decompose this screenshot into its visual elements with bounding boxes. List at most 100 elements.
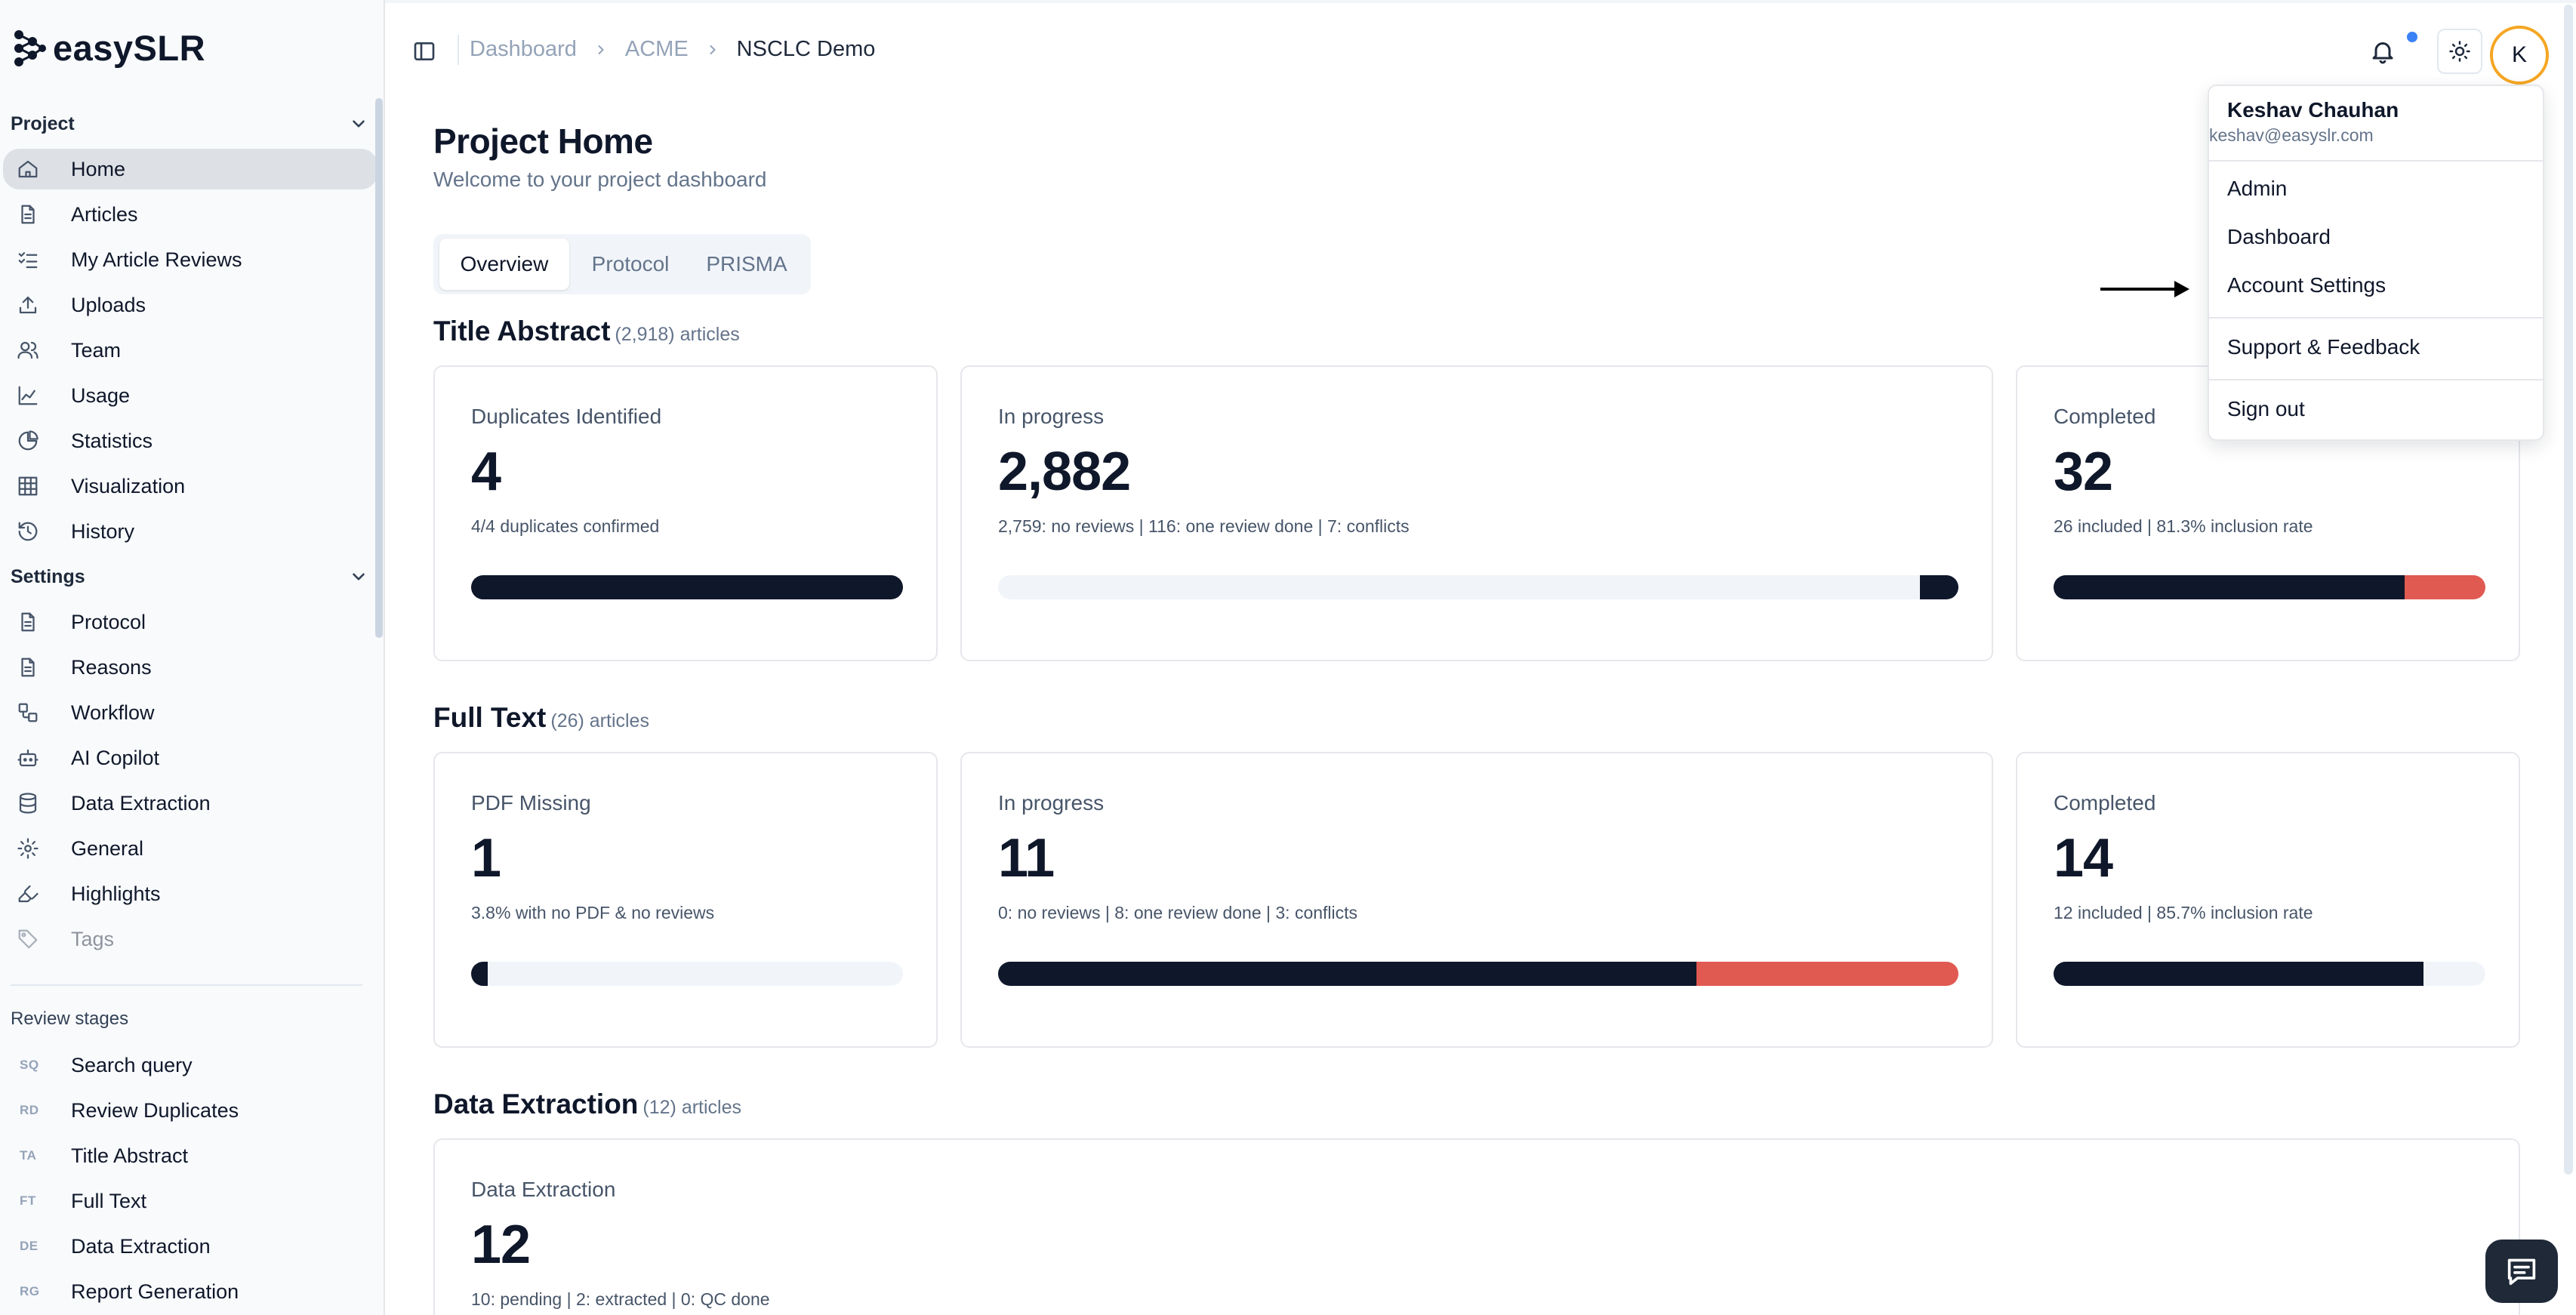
sidebar-item-data-extraction[interactable]: Data Extraction: [0, 783, 377, 824]
sidebar-item-label: General: [71, 836, 144, 860]
tab-protocol[interactable]: Protocol: [574, 239, 687, 290]
sidebar-item-usage[interactable]: Usage: [0, 375, 377, 416]
menu-item-sign-out[interactable]: Sign out: [2227, 397, 2305, 421]
review-stage-title-abstract[interactable]: TA Title Abstract: [0, 1135, 377, 1176]
section-title: Data Extraction (12) articles: [433, 1089, 741, 1120]
tab-prisma[interactable]: PRISMA: [690, 239, 803, 290]
stat-card-detail: 0: no reviews | 8: one review done | 3: …: [998, 903, 1358, 922]
sidebar-item-label: Highlights: [71, 882, 161, 905]
review-stage-label: Full Text: [71, 1189, 147, 1212]
sidebar-item-history[interactable]: History: [0, 511, 377, 552]
menu-item-dashboard[interactable]: Dashboard: [2227, 225, 2331, 249]
sidebar-item-articles[interactable]: Articles: [0, 194, 377, 235]
header-divider: [458, 35, 459, 65]
review-stage-report-generation[interactable]: RG Report Generation: [0, 1271, 377, 1312]
progress-bar: [998, 575, 1958, 599]
sidebar-toggle-icon[interactable]: [412, 39, 436, 63]
sidebar-item-label: Usage: [71, 383, 131, 407]
breadcrumb-acme[interactable]: ACME: [625, 37, 689, 62]
review-stage-label: Data Extraction: [71, 1234, 211, 1258]
stat-card-value: 4: [471, 442, 501, 502]
menu-separator: [2209, 317, 2543, 319]
section-title-text: Full Text: [433, 702, 547, 733]
menu-item-support-feedback[interactable]: Support & Feedback: [2227, 335, 2420, 359]
review-stage-label: Report Generation: [71, 1280, 239, 1303]
sidebar-item-tags[interactable]: Tags: [0, 919, 377, 959]
stat-card-value: 12: [471, 1215, 531, 1275]
stage-abbreviation: SQ: [20, 1058, 39, 1072]
progress-segment-red: [2405, 575, 2485, 599]
progress-segment-dark: [2054, 575, 2405, 599]
review-stage-full-text[interactable]: FT Full Text: [0, 1181, 377, 1221]
menu-item-account-settings[interactable]: Account Settings: [2227, 273, 2386, 297]
sidebar-item-workflow[interactable]: Workflow: [0, 692, 377, 733]
review-stage-label: Title Abstract: [71, 1144, 189, 1167]
app-logo[interactable]: easySLR: [12, 27, 205, 69]
stat-card-in-progress: In progress 2,882 2,759: no reviews | 116:…: [960, 365, 1993, 661]
sidebar-item-my-article-reviews[interactable]: My Article Reviews: [0, 239, 377, 280]
history-icon: [17, 520, 39, 543]
home-icon: [17, 158, 39, 180]
stat-card-label: In progress: [998, 405, 1105, 428]
breadcrumb: Dashboard ACME NSCLC Demo: [470, 37, 875, 62]
bell-icon[interactable]: [2369, 36, 2396, 66]
chat-button[interactable]: [2485, 1240, 2558, 1303]
sidebar-item-visualization[interactable]: Visualization: [0, 466, 377, 507]
tab-bar: Overview Protocol PRISMA: [433, 234, 811, 294]
sidebar-item-label: Reasons: [71, 655, 152, 679]
progress-segment-dark: [2054, 962, 2423, 986]
sidebar-item-statistics[interactable]: Statistics: [0, 420, 377, 461]
sidebar-item-label: Statistics: [71, 429, 153, 452]
sidebar-item-uploads[interactable]: Uploads: [0, 285, 377, 325]
review-stage-data-extraction[interactable]: DE Data Extraction: [0, 1226, 377, 1267]
stat-card-in-progress: In progress 11 0: no reviews | 8: one revi…: [960, 752, 1993, 1048]
review-stage-label: Search query: [71, 1053, 193, 1076]
tab-overview[interactable]: Overview: [439, 239, 569, 290]
breadcrumb-dashboard[interactable]: Dashboard: [470, 37, 577, 62]
sidebar-item-reasons[interactable]: Reasons: [0, 647, 377, 688]
sun-icon: [2449, 41, 2470, 62]
sidebar-divider: [11, 984, 362, 986]
user-avatar[interactable]: K: [2490, 26, 2549, 85]
sidebar-item-highlights[interactable]: Highlights: [0, 873, 377, 914]
stage-abbreviation: TA: [20, 1148, 37, 1163]
progress-bar: [2054, 962, 2485, 986]
avatar-initial: K: [2511, 42, 2527, 67]
sidebar-scrollbar[interactable]: [375, 98, 383, 638]
sidebar-item-protocol[interactable]: Protocol: [0, 602, 377, 642]
sidebar-item-general[interactable]: General: [0, 828, 377, 869]
theme-toggle-button[interactable]: [2437, 29, 2482, 74]
sidebar-item-home[interactable]: Home: [3, 149, 377, 189]
progress-segment-dark: [471, 962, 488, 986]
sidebar-item-team[interactable]: Team: [0, 330, 377, 371]
upload-icon: [17, 294, 39, 316]
progress-bar: [471, 575, 903, 599]
project-section-header[interactable]: Project: [11, 106, 373, 142]
page-title: Project Home: [433, 122, 653, 161]
file-icon: [17, 656, 39, 679]
menu-item-admin[interactable]: Admin: [2227, 177, 2287, 201]
settings-section-label: Settings: [11, 565, 85, 587]
stat-card-detail: 3.8% with no PDF & no reviews: [471, 903, 715, 922]
menu-separator: [2209, 160, 2543, 162]
sidebar: easySLR Project Home Articles My Article R…: [0, 0, 385, 1315]
stat-card-detail: 2,759: no reviews | 116: one review done…: [998, 516, 1410, 536]
stat-card-value: 11: [998, 828, 1055, 888]
stat-card-label: Completed: [2054, 405, 2156, 428]
stat-card-value: 14: [2054, 828, 2113, 888]
stat-card-value: 2,882: [998, 442, 1131, 502]
sidebar-item-ai-copilot[interactable]: AI Copilot: [0, 738, 377, 778]
sidebar-item-label: Home: [71, 157, 126, 180]
section-title: Title Abstract (2,918) articles: [433, 316, 740, 347]
chevron-down-icon: [353, 120, 365, 128]
page-scrollbar[interactable]: [2564, 5, 2573, 1175]
stat-card-label: Duplicates Identified: [471, 405, 662, 428]
review-stages-header: Review stages: [11, 1001, 373, 1037]
stat-card-duplicates-identified: Duplicates Identified 4 4/4 duplicates con…: [433, 365, 938, 661]
review-stage-search-query[interactable]: SQ Search query: [0, 1045, 377, 1086]
sidebar-item-label: Uploads: [71, 293, 146, 316]
section-title-text: Data Extraction: [433, 1089, 639, 1119]
settings-section-header[interactable]: Settings: [11, 559, 373, 595]
stat-card-detail: 4/4 duplicates confirmed: [471, 516, 660, 536]
review-stage-review-duplicates[interactable]: RD Review Duplicates: [0, 1090, 377, 1131]
